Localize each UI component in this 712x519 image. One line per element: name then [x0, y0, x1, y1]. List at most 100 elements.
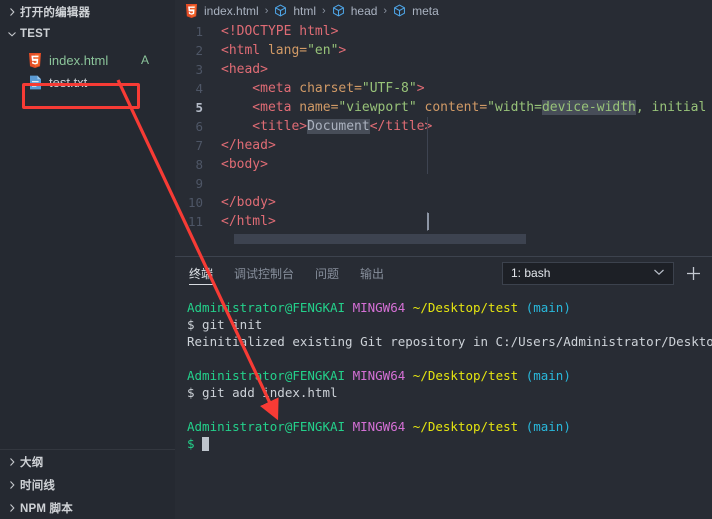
code-token: charset= [299, 81, 362, 96]
terminal-text: ~/Desktop/test [412, 419, 519, 434]
sidebar-section-npm-scripts[interactable]: NPM 脚本 [0, 496, 175, 519]
scrollbar-thumb[interactable] [234, 234, 526, 244]
chevron-right-icon [4, 454, 20, 470]
sidebar-section-outline[interactable]: 大纲 [0, 450, 175, 473]
tab-debug-console[interactable]: 调试控制台 [234, 257, 294, 289]
breadcrumb-label: html [293, 4, 317, 18]
breadcrumb-label: head [350, 4, 378, 18]
file-tree: index.html A test.txt [0, 45, 175, 449]
terminal-text: $ [187, 436, 203, 451]
code-token: </title> [369, 119, 433, 134]
tab-problems[interactable]: 问题 [315, 257, 339, 289]
breadcrumb-item-meta[interactable]: meta [392, 4, 440, 18]
code-line: 8 <body> [175, 155, 712, 174]
code-line: 3 <head> [175, 60, 712, 79]
line-number: 8 [195, 157, 203, 172]
npm-scripts-label: NPM 脚本 [20, 502, 73, 515]
project-name-label: TEST [20, 28, 51, 40]
code-token: "viewport" [338, 100, 417, 115]
terminal-line: $ git add index.html [187, 384, 712, 401]
code-editor[interactable]: 1 <!DOCTYPE html> 2 <html lang="en"> 3 <head>… [175, 22, 712, 256]
terminal-text: MINGW64 [352, 300, 406, 315]
timeline-label: 时间线 [20, 479, 56, 492]
terminal-selector-value: 1: bash [511, 266, 551, 280]
terminal-selector-dropdown[interactable]: 1: bash [502, 261, 674, 285]
code-token: <html [221, 43, 268, 58]
code-line: 2 <html lang="en"> [175, 41, 712, 60]
code-text: <body> [215, 157, 268, 172]
terminal-text: MINGW64 [352, 419, 406, 434]
code-token: <body> [221, 157, 268, 172]
terminal-text: Administrator@FENGKAI [187, 368, 346, 383]
code-text: <!DOCTYPE html> [215, 24, 338, 39]
code-token: device-width [541, 100, 636, 115]
file-tree-item-test-txt[interactable]: test.txt [0, 71, 175, 93]
editor-area: index.html › html › head › meta 1 <!DOCT… [175, 0, 712, 519]
new-terminal-button[interactable] [682, 262, 704, 284]
terminal-output[interactable]: Administrator@FENGKAI MINGW64 ~/Desktop/… [175, 289, 712, 519]
file-tree-item-index-html[interactable]: index.html A [0, 49, 175, 71]
code-token: content= [416, 100, 488, 115]
breadcrumb-item-html[interactable]: html [273, 4, 317, 18]
indent-guide [427, 117, 428, 174]
panel-tab-bar: 终端 调试控制台 问题 输出 1: bash [175, 257, 712, 289]
sidebar-section-timeline[interactable]: 时间线 [0, 473, 175, 496]
terminal-text: MINGW64 [352, 368, 406, 383]
outline-label: 大纲 [20, 456, 44, 469]
breadcrumb-item-head[interactable]: head [331, 4, 379, 18]
sidebar-bottom-sections: 大纲 时间线 NPM 脚本 [0, 449, 175, 519]
code-token: </body> [221, 195, 276, 210]
line-number: 7 [195, 138, 203, 153]
symbol-cube-icon [274, 4, 288, 18]
chevron-right-icon [4, 500, 20, 516]
code-token: </html> [221, 214, 276, 229]
editor-horizontal-scrollbar[interactable] [175, 234, 712, 244]
code-line: 4 <meta charset="UTF-8"> [175, 79, 712, 98]
tab-output[interactable]: 输出 [360, 257, 384, 289]
code-line: 10 </body> [175, 193, 712, 212]
terminal-line: Administrator@FENGKAI MINGW64 ~/Desktop/… [187, 367, 712, 384]
panel-actions: 1: bash [502, 261, 712, 285]
code-line: 9 [175, 174, 712, 193]
terminal-text: Reinitialized existing Git repository in… [187, 334, 712, 349]
terminal-line: Administrator@FENGKAI MINGW64 ~/Desktop/… [187, 299, 712, 316]
code-token: Document [307, 119, 370, 134]
tab-label: 终端 [189, 266, 214, 281]
code-text: </body> [215, 195, 276, 210]
code-token: <title> [221, 119, 308, 134]
terminal-text: (main) [525, 300, 571, 315]
tab-terminal[interactable]: 终端 [189, 257, 214, 289]
git-status-badge: A [140, 53, 149, 67]
sidebar-section-project[interactable]: TEST [0, 23, 175, 45]
open-editors-label: 打开的编辑器 [20, 7, 91, 19]
code-token: "UTF-8" [361, 81, 417, 96]
sidebar-section-open-editors[interactable]: 打开的编辑器 [0, 1, 175, 23]
text-file-icon [27, 74, 43, 90]
code-text: </head> [215, 138, 276, 153]
code-text: <head> [215, 62, 268, 77]
breadcrumb-item-file[interactable]: index.html [184, 4, 260, 18]
file-name-label: test.txt [49, 74, 88, 90]
line-number: 10 [187, 195, 203, 210]
line-number: 5 [195, 100, 203, 115]
code-text: <meta name="viewport" content="width=dev… [215, 100, 706, 115]
terminal-text: ~/Desktop/test [412, 300, 519, 315]
code-token: <meta [221, 100, 300, 115]
code-token: <meta [221, 81, 300, 96]
code-token: lang= [267, 43, 308, 58]
symbol-cube-icon [332, 4, 346, 18]
terminal-line: Reinitialized existing Git repository in… [187, 333, 712, 350]
code-line: 5 <meta name="viewport" content="width=d… [175, 98, 712, 117]
bottom-panel: 终端 调试控制台 问题 输出 1: bash Administrator@FEN… [175, 256, 712, 519]
terminal-text: $ git add index.html [187, 385, 338, 400]
tab-label: 输出 [360, 266, 385, 281]
tab-label: 调试控制台 [234, 266, 295, 281]
terminal-line: Administrator@FENGKAI MINGW64 ~/Desktop/… [187, 418, 712, 435]
code-line: 11 </html> [175, 212, 712, 231]
breadcrumb-label: meta [412, 4, 439, 18]
